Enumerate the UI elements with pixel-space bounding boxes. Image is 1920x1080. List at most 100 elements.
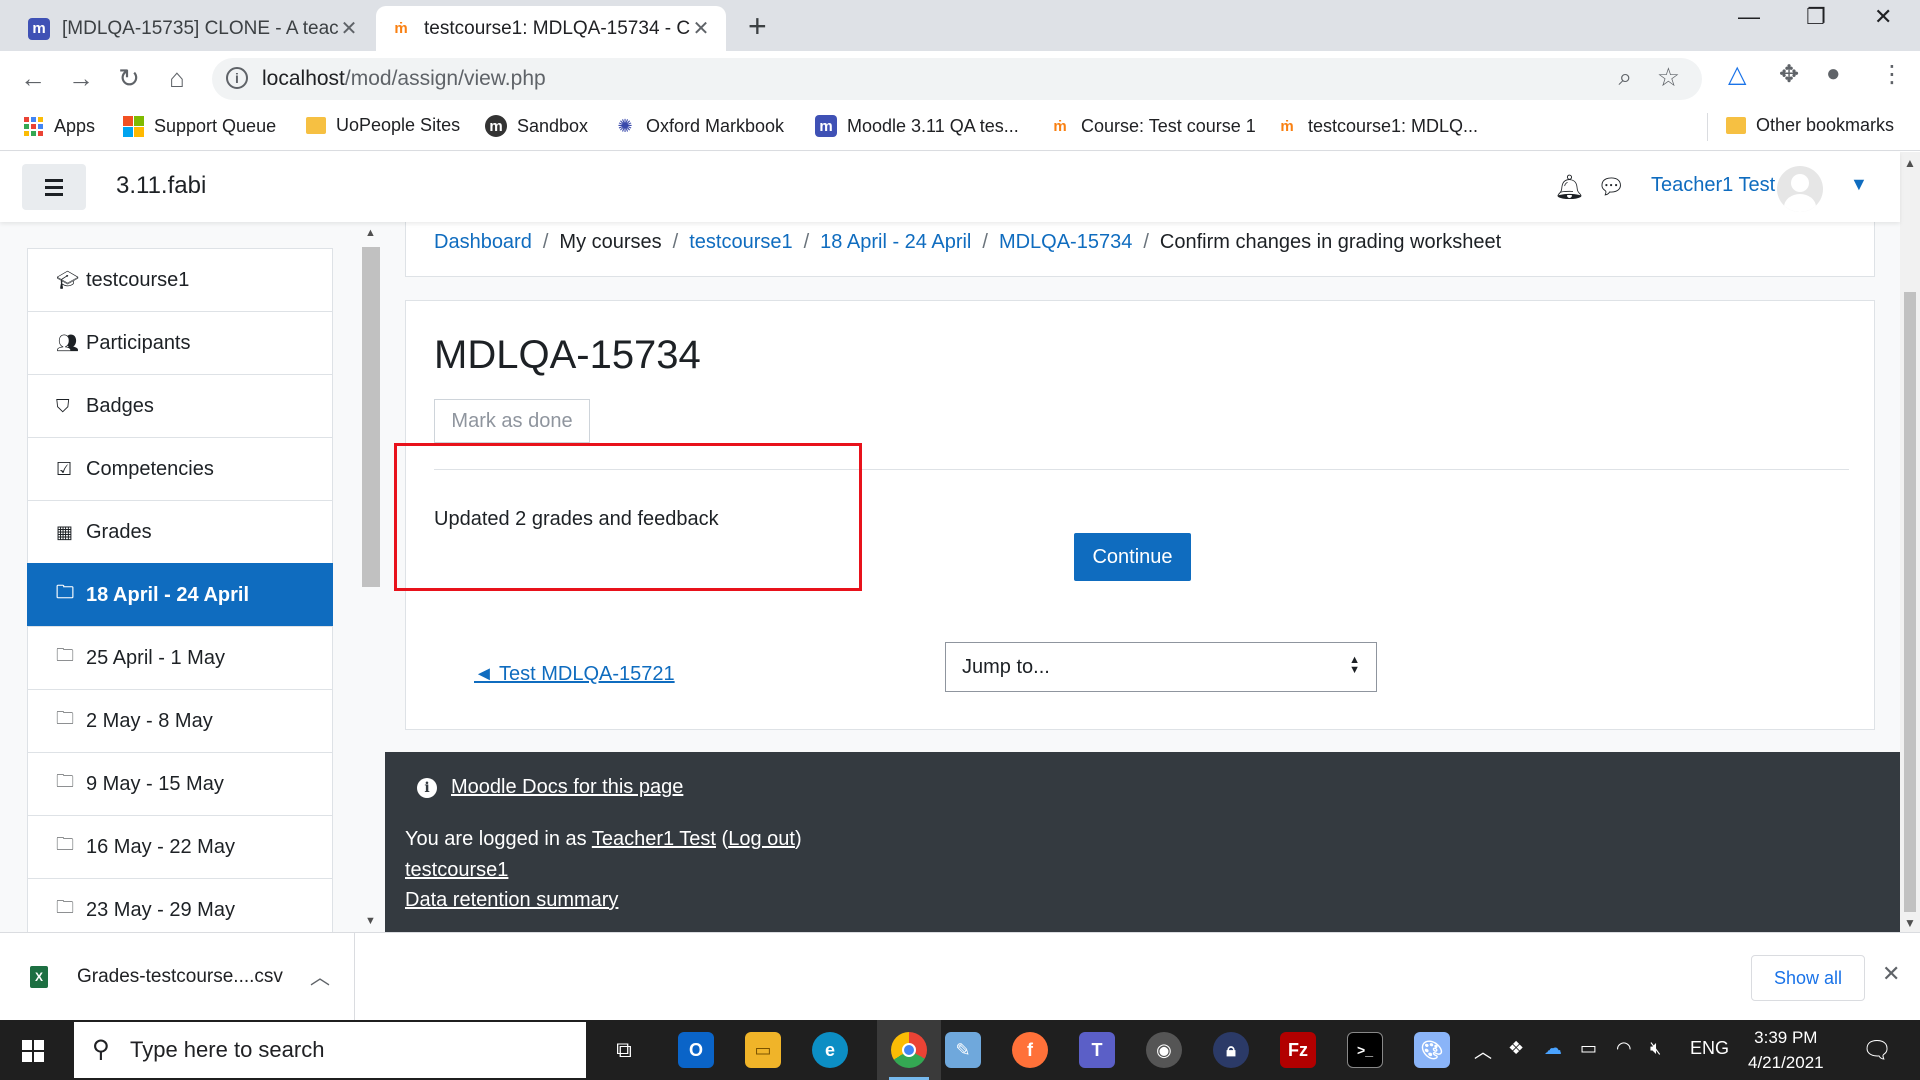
avatar[interactable] [1777, 166, 1823, 212]
dropbox-icon[interactable]: ❖ [1508, 1038, 1524, 1059]
previous-activity-link[interactable]: ◄ Test MDLQA-15721 [474, 663, 675, 686]
bookmark-support-queue[interactable]: Support Queue [122, 115, 276, 137]
jump-to-select[interactable]: Jump to... ▲ ▼ [945, 642, 1377, 692]
notification-center-icon[interactable]: 🗨︎ [1862, 1036, 1892, 1065]
firefox-icon[interactable]: f [1012, 1032, 1048, 1068]
media-player-icon[interactable]: ◉ [1146, 1032, 1182, 1068]
home-icon[interactable]: ⌂ [160, 63, 194, 94]
messages-chat-icon[interactable]: 💬︎ [1597, 174, 1625, 200]
task-view-icon[interactable]: ⧉ [606, 1032, 642, 1068]
extensions-puzzle-icon[interactable]: ✥ [1779, 60, 1799, 89]
scroll-up-arrow-icon[interactable]: ▲ [1904, 156, 1916, 170]
nav-item-section-9-may[interactable]: 🗀︎ 9 May - 15 May [27, 752, 333, 816]
paint-icon[interactable]: 🎨︎ [1414, 1032, 1450, 1068]
drive-extension-icon[interactable]: △ [1728, 60, 1746, 89]
browser-tab-testcourse1[interactable]: ṁ testcourse1: MDLQA-15734 - Cor ✕ [376, 6, 726, 51]
outlook-icon[interactable]: O [678, 1032, 714, 1068]
edge-icon[interactable]: e [812, 1032, 848, 1068]
scrollbar-thumb[interactable] [362, 247, 380, 587]
logged-in-user-link[interactable]: Teacher1 Test [592, 828, 716, 850]
scrollbar-thumb[interactable] [1904, 292, 1916, 912]
nav-item-grades[interactable]: ▦ Grades [27, 500, 333, 564]
forward-icon[interactable]: → [64, 63, 98, 94]
bookmark-apps[interactable]: Apps [22, 115, 95, 137]
scroll-down-arrow-icon[interactable]: ▼ [365, 915, 376, 927]
wifi-icon[interactable]: ◠ [1616, 1038, 1632, 1059]
drawer-scrollbar[interactable]: ▲ ▼ [362, 227, 380, 927]
download-item[interactable]: X Grades-testcourse....csv ︿ [0, 933, 355, 1021]
speaker-muted-icon[interactable]: 🔇︎ [1650, 1038, 1661, 1059]
scroll-down-arrow-icon[interactable]: ▼ [1904, 916, 1916, 930]
taskbar-search-box[interactable]: ⚲ Type here to search [74, 1022, 586, 1078]
minimize-icon[interactable]: — [1738, 4, 1760, 30]
profile-icon[interactable]: ● [1826, 60, 1841, 88]
back-icon[interactable]: ← [16, 63, 50, 94]
menu-kebab-icon[interactable]: ⋮ [1880, 60, 1904, 89]
new-tab-button[interactable]: + [748, 8, 767, 45]
hamburger-icon [45, 178, 63, 182]
nav-item-section-23-may[interactable]: 🗀︎ 23 May - 29 May [27, 878, 333, 932]
restore-icon[interactable]: ❐ [1806, 4, 1826, 30]
page-scrollbar[interactable]: ▲ ▼ [1900, 152, 1920, 932]
bookmark-uopeople-sites[interactable]: UoPeople Sites [306, 115, 460, 136]
bookmark-testcourse1-mdlq[interactable]: ṁ testcourse1: MDLQ... [1276, 115, 1478, 137]
drawer-toggle-button[interactable] [22, 164, 86, 210]
nav-item-section-2-may[interactable]: 🗀︎ 2 May - 8 May [27, 689, 333, 753]
vpn-lock-icon[interactable]: 🔒︎ [1213, 1032, 1249, 1068]
login-info-prefix: You are logged in as [405, 828, 592, 850]
continue-button[interactable]: Continue [1074, 533, 1191, 581]
breadcrumb-course[interactable]: testcourse1 [689, 231, 792, 253]
filezilla-icon[interactable]: Fz [1280, 1032, 1316, 1068]
breadcrumb-dashboard[interactable]: Dashboard [434, 231, 532, 253]
close-window-icon[interactable]: ✕ [1874, 4, 1892, 30]
nav-item-badges[interactable]: ⛉ Badges [27, 374, 333, 438]
user-menu-name[interactable]: Teacher1 Test [1651, 174, 1775, 197]
terminal-icon[interactable]: >_ [1347, 1032, 1383, 1068]
data-retention-link[interactable]: Data retention summary [405, 889, 618, 911]
chevron-up-icon[interactable]: ︿ [310, 961, 330, 990]
show-all-button[interactable]: Show all [1751, 955, 1865, 1001]
nav-item-section-25-april[interactable]: 🗀︎ 25 April - 1 May [27, 626, 333, 690]
zoom-icon[interactable]: ⌕ [1619, 64, 1632, 92]
bookmark-sandbox[interactable]: m Sandbox [485, 115, 588, 137]
onedrive-icon[interactable]: ☁ [1544, 1038, 1562, 1059]
browser-tab-mdlqa-15735[interactable]: m [MDLQA-15735] CLONE - A teach ✕ [14, 6, 374, 51]
tray-chevron-up-icon[interactable]: ︿ [1474, 1038, 1492, 1064]
taskbar-clock[interactable]: 3:39 PM 4/21/2021 [1748, 1025, 1824, 1075]
chrome-icon[interactable] [891, 1032, 927, 1068]
nav-item-participants[interactable]: 👥︎ Participants [27, 311, 333, 375]
file-explorer-icon[interactable]: ▭ [745, 1032, 781, 1068]
nav-item-competencies[interactable]: ☑ Competencies [27, 437, 333, 501]
bookmark-moodle-qa[interactable]: m Moodle 3.11 QA tes... [815, 115, 1019, 137]
moodle-docs-link[interactable]: Moodle Docs for this page [451, 776, 683, 799]
user-menu-caret-icon[interactable]: ▼ [1850, 174, 1868, 195]
breadcrumb-assignment[interactable]: MDLQA-15734 [999, 231, 1132, 253]
scroll-up-arrow-icon[interactable]: ▲ [365, 227, 376, 239]
nav-item-section-18-april[interactable]: 🗀︎ 18 April - 24 April [27, 563, 333, 627]
site-name[interactable]: 3.11.fabi [116, 172, 206, 200]
notifications-bell-icon[interactable]: 🔔︎ [1554, 173, 1584, 202]
bookmark-other-bookmarks[interactable]: Other bookmarks [1726, 115, 1894, 136]
bookmarks-bar: Apps Support Queue UoPeople Sites m Sand… [0, 107, 1920, 151]
close-downloads-icon[interactable]: ✕ [1882, 961, 1900, 987]
nav-item-course[interactable]: 🎓︎ testcourse1 [27, 248, 333, 312]
mark-as-done-button[interactable]: Mark as done [434, 399, 590, 443]
bookmark-star-icon[interactable]: ☆ [1657, 62, 1680, 93]
bookmark-oxford-markbook[interactable]: ✺ Oxford Markbook [614, 115, 784, 137]
close-tab-icon[interactable]: ✕ [690, 16, 712, 41]
language-indicator[interactable]: ENG [1690, 1038, 1729, 1059]
address-bar[interactable]: i localhost/mod/assign/view.php ⌕ ☆ [212, 58, 1702, 100]
breadcrumb-section[interactable]: 18 April - 24 April [820, 231, 971, 253]
notepad-icon[interactable]: ✎ [945, 1032, 981, 1068]
bookmark-course-test-course-1[interactable]: ṁ Course: Test course 1 [1049, 115, 1255, 137]
teams-icon[interactable]: T [1079, 1032, 1115, 1068]
windows-start-icon[interactable] [22, 1040, 44, 1062]
footer-course-link[interactable]: testcourse1 [405, 859, 508, 881]
logout-link[interactable]: Log out [728, 828, 795, 850]
battery-icon[interactable]: ▭ [1580, 1038, 1597, 1059]
close-tab-icon[interactable]: ✕ [338, 16, 360, 41]
nav-item-section-16-may[interactable]: 🗀︎ 16 May - 22 May [27, 815, 333, 879]
breadcrumb-my-courses: My courses [559, 231, 662, 253]
site-info-icon[interactable]: i [226, 67, 248, 89]
reload-icon[interactable]: ↻ [112, 63, 146, 94]
